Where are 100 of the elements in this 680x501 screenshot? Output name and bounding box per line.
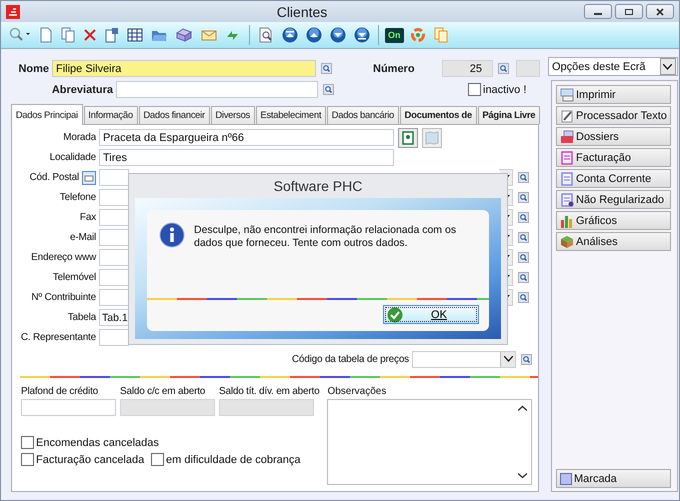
- checkbox[interactable]: [151, 453, 164, 466]
- dialog-title: Software PHC: [272, 177, 364, 196]
- tab[interactable]: Página Livre: [478, 106, 540, 124]
- field-label: Localidade: [48, 152, 96, 163]
- field-label: Nome: [17, 62, 49, 74]
- field-label: Morada: [62, 132, 96, 143]
- field-label: e-Mail: [68, 232, 96, 243]
- search-icon[interactable]: [518, 212, 529, 223]
- search-icon[interactable]: [518, 192, 529, 203]
- input-field[interactable]: [99, 249, 129, 266]
- search-icon[interactable]: [498, 63, 509, 74]
- minimize-button[interactable]: [584, 4, 612, 19]
- option-button[interactable]: Dossiers: [556, 127, 671, 146]
- restore-icon: [624, 8, 634, 16]
- field-label: Endereço www: [30, 252, 96, 263]
- input-field[interactable]: [99, 269, 129, 286]
- option-button[interactable]: Imprimir: [556, 85, 671, 104]
- field-label: Cód. Postal: [28, 172, 79, 183]
- option-button[interactable]: Processador Texto: [556, 106, 671, 125]
- checkbox-label: Facturação cancelada: [36, 454, 144, 466]
- search-icon[interactable]: [321, 63, 332, 74]
- tab[interactable]: Documentos de: [400, 106, 477, 124]
- checkbox-label: Encomendas canceladas: [36, 436, 159, 448]
- observations-field[interactable]: [327, 399, 532, 485]
- field-label: Observações: [327, 386, 388, 397]
- field-label: Telemóvel: [52, 272, 96, 283]
- maximize-button[interactable]: [615, 4, 643, 19]
- checkbox[interactable]: [468, 83, 481, 96]
- dropdown-field[interactable]: [412, 350, 516, 368]
- ledger-icon: [560, 172, 574, 186]
- tab[interactable]: Dados Principai: [11, 104, 83, 125]
- search-icon[interactable]: [518, 252, 529, 263]
- tab[interactable]: Diversos: [210, 106, 255, 124]
- field-label: Fax: [78, 212, 96, 223]
- option-button[interactable]: Gráficos: [556, 211, 671, 230]
- caret-icon: [663, 64, 672, 70]
- bookmark-button[interactable]: Marcada: [556, 469, 671, 488]
- check-icon: [387, 306, 403, 322]
- scroll-down-icon[interactable]: [518, 473, 527, 479]
- field-label: Telefone: [58, 192, 96, 203]
- input-field[interactable]: [99, 329, 129, 346]
- dialog-message: Desculpe, não encontrei informação relacionada com os dados que forneceu. Tente com outros dados.: [194, 224, 458, 251]
- option-button[interactable]: Análises: [556, 232, 671, 251]
- checkbox[interactable]: [21, 436, 34, 449]
- option-button[interactable]: Não Regularizado: [556, 190, 671, 209]
- field-label: Número: [373, 62, 416, 74]
- input-field[interactable]: [99, 169, 129, 186]
- input-field[interactable]: Tab.1: [99, 309, 129, 326]
- copy-icon[interactable]: [59, 25, 77, 45]
- abbreviation-field[interactable]: [116, 81, 318, 98]
- caret-icon: [504, 356, 512, 362]
- form-icon: [560, 150, 574, 164]
- scroll-up-icon[interactable]: [518, 405, 527, 411]
- options-dropdown[interactable]: Opções deste Ecrã: [548, 57, 678, 76]
- search-icon[interactable]: [521, 354, 532, 364]
- ledger-icon: [560, 192, 574, 206]
- input-field[interactable]: [99, 209, 129, 226]
- option-button[interactable]: Facturação: [556, 148, 671, 167]
- previous-record-icon[interactable]: [304, 25, 324, 45]
- field-label: Saldo c/c em aberto: [120, 386, 206, 397]
- first-record-icon[interactable]: [280, 25, 300, 45]
- last-record-icon[interactable]: [352, 25, 372, 45]
- tab[interactable]: Dados bancário: [326, 106, 399, 124]
- cube-icon: [560, 234, 574, 248]
- search-icon[interactable]: [518, 272, 529, 283]
- number-field[interactable]: 25: [442, 60, 493, 77]
- document-icon[interactable]: [103, 25, 121, 45]
- field-label: Nº Contribuinte: [30, 292, 96, 303]
- checkbox-label: inactivo !: [483, 84, 526, 96]
- option-button[interactable]: Conta Corrente: [556, 169, 671, 188]
- pen-icon: [560, 108, 574, 122]
- ok-button[interactable]: OK: [383, 305, 479, 324]
- field-label: Código da tabela de preços: [292, 354, 409, 364]
- close-button[interactable]: [646, 4, 674, 19]
- input-field[interactable]: [99, 229, 129, 246]
- name-field[interactable]: Filipe Silveira: [52, 60, 316, 77]
- online-button[interactable]: On: [385, 28, 404, 42]
- search-icon[interactable]: [323, 84, 334, 95]
- tab[interactable]: Informação: [84, 106, 138, 124]
- input-field[interactable]: [516, 60, 540, 77]
- checkbox[interactable]: [21, 453, 34, 466]
- input-field[interactable]: [99, 189, 129, 206]
- checkbox-label: em dificuldade de cobrança: [166, 454, 301, 466]
- app-logo-icon: [6, 4, 20, 18]
- input-field[interactable]: [99, 289, 129, 306]
- next-record-icon[interactable]: [328, 25, 348, 45]
- info-icon: [159, 222, 185, 248]
- search-icon[interactable]: [518, 292, 529, 303]
- search-icon[interactable]: [518, 172, 529, 183]
- input-field[interactable]: [21, 399, 116, 416]
- address-field[interactable]: Praceta da Espargueira nº66: [99, 129, 394, 146]
- input-field[interactable]: Tires: [99, 149, 394, 166]
- search-icon[interactable]: [518, 232, 529, 243]
- window-title: Clientes: [276, 4, 328, 20]
- field-label: Abreviatura: [50, 84, 113, 96]
- tab[interactable]: Estabeleciment: [256, 106, 326, 124]
- printer-icon: [560, 88, 574, 102]
- field-label: Tabela: [66, 312, 96, 323]
- field-label: C. Representante: [20, 332, 96, 343]
- tab[interactable]: Dados financeir: [138, 106, 210, 124]
